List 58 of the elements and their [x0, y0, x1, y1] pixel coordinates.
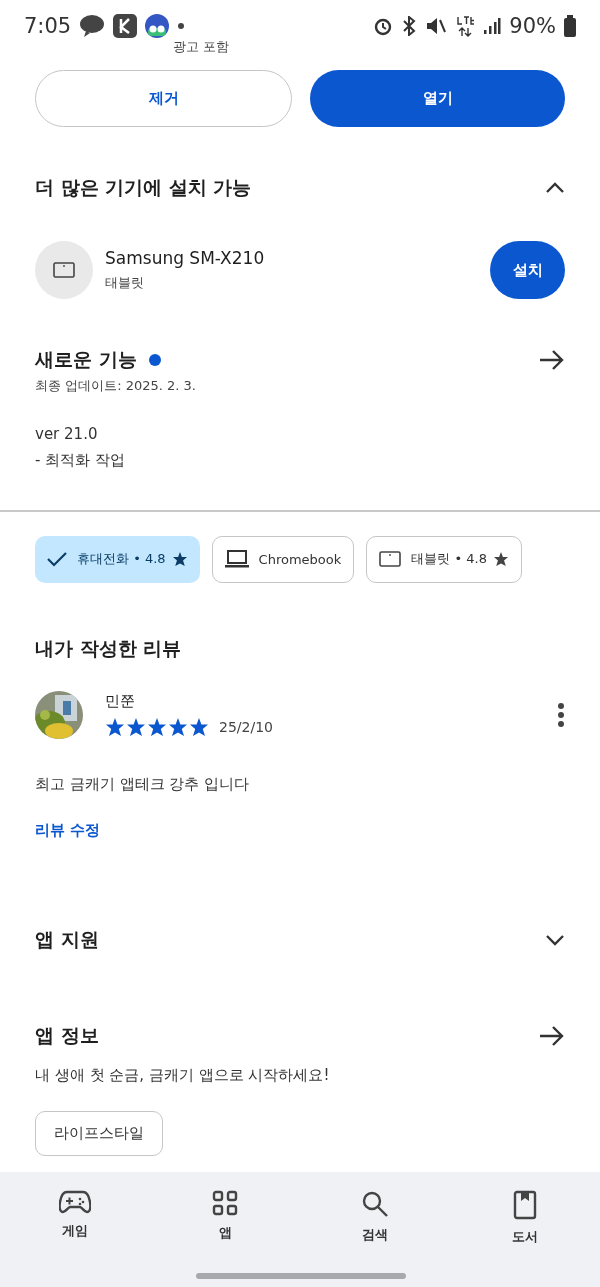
star-icon — [105, 717, 125, 737]
reviewer-name: 민쭌 — [105, 692, 136, 711]
book-icon — [513, 1190, 537, 1220]
review-date: 25/2/10 — [219, 719, 273, 735]
app-description: 내 생애 첫 순금, 금캐기 앱으로 시작하세요! — [35, 1065, 331, 1085]
section-title: 더 많은 기기에 설치 가능 — [35, 175, 252, 200]
signal-icon — [483, 16, 502, 36]
more-icon[interactable] — [557, 702, 565, 727]
device-type: 태블릿 — [105, 274, 145, 292]
check-icon — [47, 551, 67, 567]
alarm-icon — [373, 16, 394, 36]
device-name: Samsung SM-X210 — [105, 248, 266, 268]
mute-icon — [425, 16, 448, 36]
tablet-icon — [379, 551, 402, 567]
battery-icon — [564, 15, 576, 37]
dot-icon — [177, 22, 186, 30]
nav-tab[interactable]: 앱 — [150, 1190, 300, 1287]
open-button[interactable]: 열기 — [310, 70, 565, 127]
nav-tab[interactable]: 도서 — [450, 1190, 600, 1287]
version-text: ver 21.0 — [35, 425, 99, 443]
chat-app-icon — [79, 14, 106, 38]
battery-percentage: 90% — [509, 14, 556, 38]
install-button[interactable]: 설치 — [490, 241, 565, 299]
device-filter-chip[interactable]: Chromebook — [211, 535, 355, 583]
section-title: 새로운 기능 — [35, 347, 137, 372]
app-icon — [113, 14, 138, 38]
device-filter-chip[interactable]: 태블릿 • 4.8 — [366, 535, 522, 583]
uninstall-button[interactable]: 제거 — [35, 70, 292, 127]
nav-tab[interactable]: 게임 — [0, 1190, 150, 1287]
arrow-right-icon[interactable] — [539, 1024, 565, 1047]
update-date: 최종 업데이트: 2025. 2. 3. — [35, 377, 197, 395]
arrow-right-icon[interactable] — [539, 349, 565, 371]
edit-review-link[interactable]: 리뷰 수정 — [35, 820, 101, 839]
section-title: 내가 작성한 리뷰 — [35, 635, 182, 661]
gamepad-icon — [59, 1190, 91, 1214]
tablet-icon — [53, 262, 75, 278]
release-notes: - 최적화 작업 — [35, 451, 126, 470]
bluetooth-icon — [401, 16, 418, 36]
star-icon — [168, 717, 188, 737]
star-icon — [189, 717, 209, 737]
device-filter-chip[interactable]: 휴대전화 • 4.8 — [35, 535, 200, 583]
category-chip[interactable]: 라이프스타일 — [35, 1110, 163, 1156]
chevron-up-icon[interactable] — [545, 182, 565, 194]
section-title: 앱 지원 — [35, 926, 99, 952]
laptop-icon — [224, 550, 249, 568]
nav-tab[interactable]: 검색 — [300, 1190, 450, 1287]
clock: 7:05 — [24, 14, 72, 38]
search-icon — [361, 1190, 389, 1218]
review-text: 최고 금캐기 앱테크 강추 입니다 — [35, 774, 251, 794]
mascot-app-icon — [145, 14, 170, 38]
new-dot-icon — [148, 354, 161, 366]
grid-icon — [212, 1190, 238, 1216]
star-icon — [126, 717, 146, 737]
star-icon — [147, 717, 167, 737]
ad-label: 광고 포함 — [173, 39, 230, 54]
section-title: 앱 정보 — [35, 1022, 99, 1048]
chevron-down-icon[interactable] — [545, 933, 565, 946]
lte-icon — [455, 15, 476, 37]
